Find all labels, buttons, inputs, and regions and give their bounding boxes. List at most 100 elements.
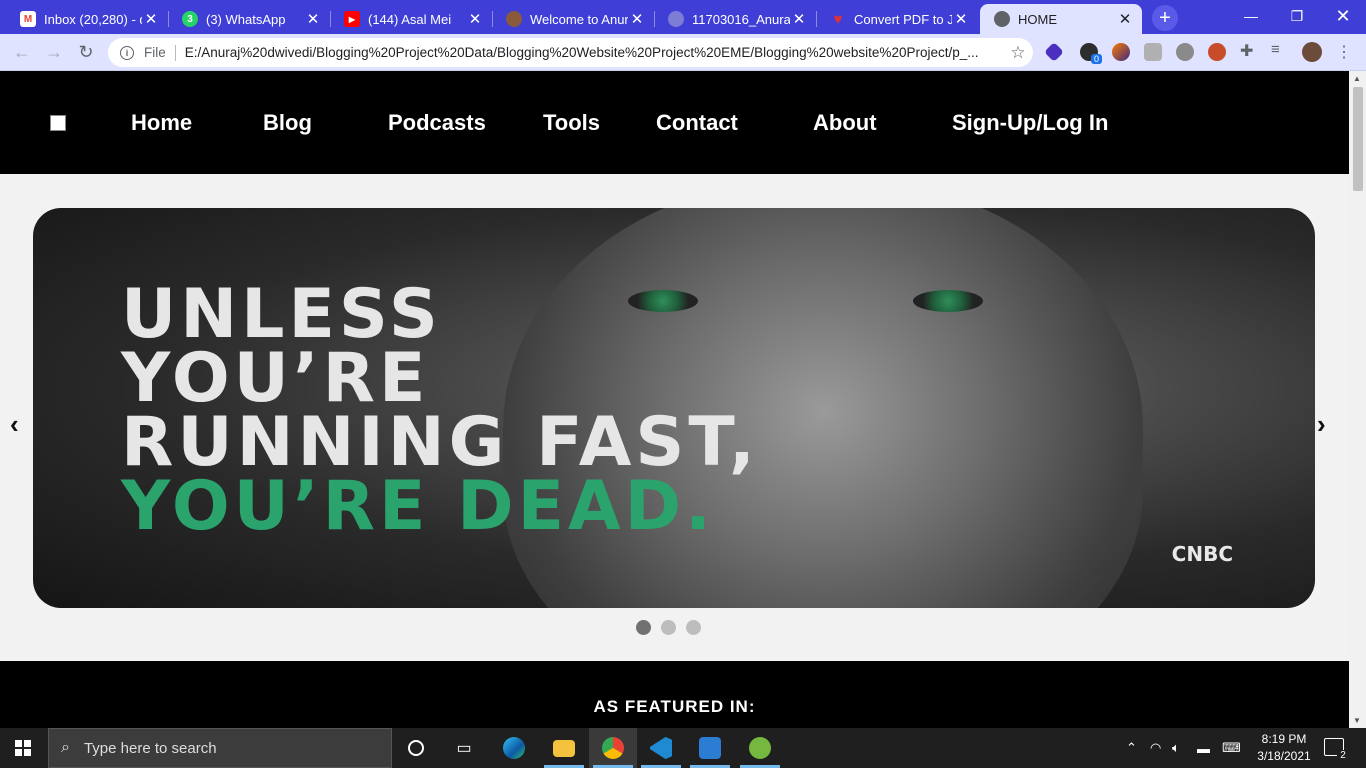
extension-cube-icon[interactable] [1176,43,1194,61]
extension-badge: 0 [1091,54,1103,64]
nav-podcasts[interactable]: Podcasts [388,110,486,136]
tab-convert-pdf[interactable]: ♥ Convert PDF to JPG ✕ [816,4,978,34]
media-queue-icon[interactable]: ≡ [1271,41,1289,59]
portrait-eye [913,290,983,312]
address-bar[interactable]: i File E:/Anuraj%20dwivedi/Blogging%20Pr… [108,38,1033,67]
close-icon[interactable]: ✕ [1116,10,1134,28]
action-center-icon[interactable]: 2 [1324,738,1349,761]
tab-gmail[interactable]: M Inbox (20,280) - da ✕ [6,4,169,34]
globe-icon [994,11,1010,27]
close-icon[interactable]: ✕ [790,10,808,28]
edge-icon[interactable] [490,728,538,768]
tab-youtube[interactable]: ▶ (144) Asal Mei ✕ [330,4,493,34]
extension-profile-icon[interactable] [1208,43,1226,61]
windows-start-icon[interactable] [15,740,31,756]
featured-heading: AS FEATURED IN: [593,697,756,716]
taskbar-search-box[interactable]: ⌕ Type here to search [48,728,392,768]
show-hidden-icons-chevron-icon[interactable]: ⌃ [1126,728,1137,768]
quote-line: YOU’RE [121,339,430,418]
clock-date: 3/18/2021 [1257,749,1311,763]
close-icon[interactable]: ✕ [466,10,484,28]
nav-signup-login[interactable]: Sign-Up/Log In [952,110,1108,136]
chrome-icon[interactable] [589,728,637,768]
restore-button[interactable]: ❐ [1274,0,1320,32]
file-explorer-icon[interactable] [540,728,588,768]
browser-toolbar: ← → ↻ i File E:/Anuraj%20dwivedi/Bloggin… [0,34,1366,71]
slider-dot-3[interactable] [686,620,701,635]
search-icon: ⌕ [61,739,70,756]
nav-tools[interactable]: Tools [543,110,600,136]
tab-home[interactable]: HOME ✕ [980,4,1142,34]
cnbc-logo: CNBC [1171,542,1233,566]
slider-prev-button[interactable]: ‹ [10,409,19,440]
scroll-thumb[interactable] [1353,87,1363,191]
nav-about[interactable]: About [813,110,877,136]
tab-title: (144) Asal Mei [368,11,452,27]
clock-time: 8:19 PM [1261,732,1307,746]
cortana-icon[interactable] [392,728,440,768]
profile-avatar[interactable] [1302,42,1322,62]
nav-contact[interactable]: Contact [656,110,738,136]
tab-document[interactable]: 11703016_Anuraj_ ✕ [654,4,817,34]
scroll-down-arrow-icon[interactable]: ▼ [1353,716,1361,725]
task-view-icon[interactable]: ▭ [440,728,488,768]
info-icon[interactable]: i [120,45,134,60]
back-button[interactable]: ← [10,40,34,64]
heart-icon: ♥ [833,10,843,28]
slider-next-button[interactable]: › [1317,409,1326,440]
network-icon[interactable]: ◠ [1150,728,1161,768]
close-icon[interactable]: ✕ [628,10,646,28]
quote-line: UNLESS [121,275,442,354]
extension-diamond-icon[interactable] [1044,42,1064,62]
window-close-button[interactable]: ✕ [1320,0,1366,32]
whatsapp-icon: 3 [182,11,198,27]
gmail-icon: M [20,11,36,27]
address-url[interactable]: E:/Anuraj%20dwivedi/Blogging%20Project%2… [185,45,1003,60]
menu-kebab-icon[interactable]: ⋮ [1336,42,1352,62]
tab-whatsapp[interactable]: 3 (3) WhatsApp ✕ [168,4,331,34]
tab-title: Convert PDF to JPG [854,11,952,27]
youtube-icon: ▶ [344,11,360,27]
extension-code-icon[interactable] [1144,43,1162,61]
quote-accent-line: YOU’RE DEAD. [121,467,715,546]
tab-title: Welcome to Anura [530,11,628,27]
puzzle-icon[interactable]: ✚ [1240,41,1258,60]
tab-title: (3) WhatsApp [206,11,286,27]
windows-taskbar: ⌕ Type here to search ▭ ⌃ ◠ 🔈︎ ▬ ⌨ 8:19 … [0,728,1366,768]
slider-dot-2[interactable] [661,620,676,635]
utorrent-icon[interactable] [736,728,784,768]
close-icon[interactable]: ✕ [952,10,970,28]
slider-dot-1[interactable] [636,620,651,635]
search-placeholder: Type here to search [83,739,217,757]
new-tab-button[interactable]: + [1152,5,1178,31]
nav-home[interactable]: Home [131,110,192,136]
minimize-button[interactable]: — [1228,0,1274,32]
close-icon[interactable]: ✕ [304,10,322,28]
nav-blog[interactable]: Blog [263,110,312,136]
tab-title: Inbox (20,280) - da [44,11,142,27]
hero-slide-image: UNLESS YOU’RE RUNNING FAST, YOU’RE DEAD.… [33,208,1315,608]
page-viewport: Home Blog Podcasts Tools Contact About S… [0,71,1366,728]
slide-quote: UNLESS YOU’RE RUNNING FAST, YOU’RE DEAD. [121,275,759,546]
vscode-icon[interactable] [637,728,685,768]
site-logo[interactable] [50,115,66,131]
page-scrollbar[interactable]: ▲ ▼ [1349,71,1366,728]
close-icon[interactable]: ✕ [142,10,160,28]
featured-section: AS FEATURED IN: [0,661,1349,728]
taskbar-clock[interactable]: 8:19 PM 3/18/2021 [1256,731,1312,765]
address-scheme: File [144,45,166,60]
reload-button[interactable]: ↻ [74,40,98,64]
forward-button[interactable]: → [42,40,66,64]
keyboard-icon[interactable]: ⌨ [1222,728,1241,768]
globe-icon [668,11,684,27]
notification-count: 2 [1337,750,1349,761]
bookmark-star-icon[interactable]: ☆ [1003,43,1033,63]
scroll-up-arrow-icon[interactable]: ▲ [1353,74,1361,83]
extension-flame-icon[interactable] [1112,43,1130,61]
browser-tabstrip: M Inbox (20,280) - da ✕ 3 (3) WhatsApp ✕… [0,0,1366,34]
photos-icon[interactable] [686,728,734,768]
tab-welcome[interactable]: Welcome to Anura ✕ [492,4,655,34]
slider-dots [636,620,701,635]
volume-icon[interactable]: 🔈︎ [1172,728,1180,768]
battery-icon[interactable]: ▬ [1197,728,1210,768]
